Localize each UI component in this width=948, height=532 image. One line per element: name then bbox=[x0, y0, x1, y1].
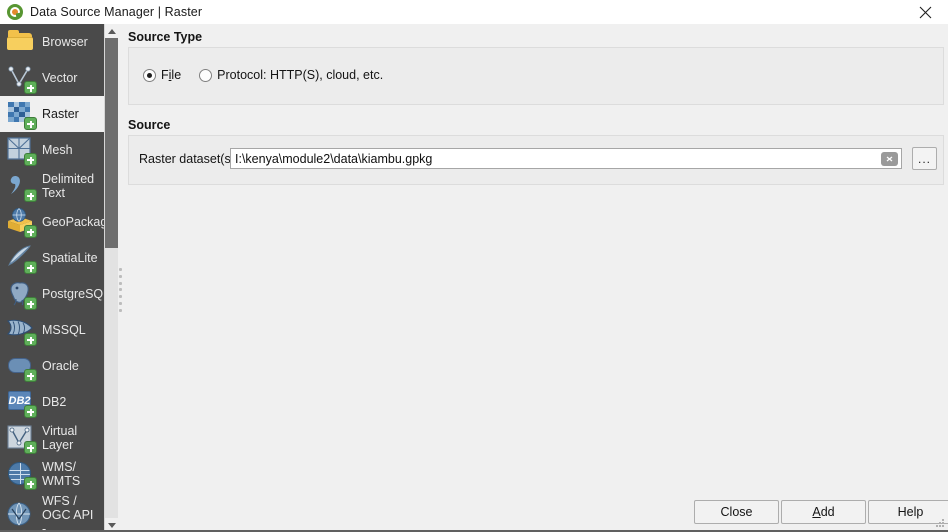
sidebar-item-wfs-ogc-api[interactable]: WFS / OGC API - bbox=[0, 492, 104, 532]
sidebar-item-label: GeoPackage bbox=[42, 215, 104, 229]
radio-protocol[interactable] bbox=[199, 68, 213, 82]
radio-file-label: File bbox=[161, 68, 182, 82]
splitter-grip-icon bbox=[119, 268, 123, 312]
close-button[interactable]: Close bbox=[694, 500, 779, 524]
geopackage-icon bbox=[6, 207, 37, 238]
close-icon[interactable] bbox=[902, 0, 948, 24]
sidebar-item-label: Mesh bbox=[42, 143, 73, 157]
sidebar-item-label: Vector bbox=[42, 71, 78, 85]
sidebar-item-label: MSSQL bbox=[42, 323, 86, 337]
db2-icon: DB2 bbox=[6, 387, 37, 418]
sidebar-item-geopackage[interactable]: GeoPackage bbox=[0, 204, 104, 240]
sidebar-item-spatialite[interactable]: SpatiaLite bbox=[0, 240, 104, 276]
sidebar-item-label: DB2 bbox=[42, 395, 67, 409]
mssql-icon bbox=[6, 315, 37, 346]
sidebar-item-mesh[interactable]: Mesh bbox=[0, 132, 104, 168]
delimited-text-icon bbox=[6, 171, 37, 202]
sidebar-item-raster[interactable]: Raster bbox=[0, 96, 104, 132]
source-type-group: Source Type File Protocol: HTTP(S), clou… bbox=[128, 30, 944, 105]
raster-dataset-field[interactable] bbox=[230, 148, 902, 169]
sidebar-item-label: Raster bbox=[42, 107, 79, 121]
source-type-radio-group[interactable]: File Protocol: HTTP(S), cloud, etc. bbox=[143, 68, 401, 82]
sidebar-item-postgresql[interactable]: PostgreSQL bbox=[0, 276, 104, 312]
resize-grip-icon[interactable] bbox=[934, 517, 946, 529]
radio-file[interactable] bbox=[143, 68, 156, 82]
raster-dataset-label: Raster dataset(s) bbox=[139, 152, 235, 166]
raster-source-panel: Source Type File Protocol: HTTP(S), clou… bbox=[124, 24, 948, 530]
source-type-sidebar[interactable]: Browser Vector Raster Mesh Delimited Tex… bbox=[0, 24, 104, 532]
wfs-ogc-api-icon bbox=[6, 500, 36, 530]
sidebar-item-wms-wmts[interactable]: WMS/ WMTS bbox=[0, 456, 104, 492]
source-type-group-label: Source Type bbox=[128, 30, 203, 44]
scrollbar-thumb[interactable] bbox=[105, 38, 118, 248]
sidebar-item-label: Virtual Layer bbox=[42, 424, 78, 452]
radio-protocol-label: Protocol: HTTP(S), cloud, etc. bbox=[217, 68, 384, 82]
sidebar-item-label: Delimited Text bbox=[42, 172, 95, 200]
sidebar-item-label: PostgreSQL bbox=[42, 287, 104, 301]
raster-dataset-input[interactable] bbox=[231, 149, 881, 168]
window-title: Data Source Manager | Raster bbox=[30, 5, 203, 19]
spatialite-icon bbox=[6, 243, 37, 274]
virtual-layer-icon bbox=[6, 423, 37, 454]
postgresql-icon bbox=[6, 279, 37, 310]
browse-ellipsis-icon[interactable]: ... bbox=[912, 147, 937, 170]
raster-layer-icon bbox=[6, 99, 37, 130]
oracle-icon bbox=[6, 351, 37, 382]
source-group-label: Source bbox=[128, 118, 171, 132]
sidebar-item-db2[interactable]: DB2 DB2 bbox=[0, 384, 104, 420]
sidebar-item-label: SpatiaLite bbox=[42, 251, 98, 265]
scroll-down-arrow-icon[interactable] bbox=[105, 518, 118, 530]
dialog-button-bar: Close Add Help bbox=[124, 492, 948, 530]
clear-text-icon[interactable] bbox=[881, 151, 898, 166]
sidebar-item-delimited-text[interactable]: Delimited Text bbox=[0, 168, 104, 204]
scroll-up-arrow-icon[interactable] bbox=[105, 24, 118, 38]
source-group: Source Raster dataset(s) ... bbox=[128, 118, 944, 185]
mesh-layer-icon bbox=[6, 135, 37, 166]
sidebar-item-oracle[interactable]: Oracle bbox=[0, 348, 104, 384]
folder-icon bbox=[6, 27, 36, 57]
qgis-logo-icon bbox=[7, 4, 23, 20]
add-button[interactable]: Add bbox=[781, 500, 866, 524]
sidebar-item-label: WFS / OGC API - bbox=[42, 494, 94, 532]
sidebar-item-browser[interactable]: Browser bbox=[0, 24, 104, 60]
titlebar: Data Source Manager | Raster bbox=[0, 0, 948, 24]
wms-wmts-icon bbox=[6, 459, 37, 490]
scrollbar-track[interactable] bbox=[105, 248, 118, 518]
sidebar-item-label: Oracle bbox=[42, 359, 79, 373]
sidebar-item-label: WMS/ WMTS bbox=[42, 460, 81, 488]
sidebar-item-virtual-layer[interactable]: Virtual Layer bbox=[0, 420, 104, 456]
vector-layer-icon bbox=[6, 63, 37, 94]
data-source-manager-dialog: Data Source Manager | Raster Browser Vec… bbox=[0, 0, 948, 532]
sidebar-item-mssql[interactable]: MSSQL bbox=[0, 312, 104, 348]
sidebar-item-vector[interactable]: Vector bbox=[0, 60, 104, 96]
sidebar-scrollbar[interactable] bbox=[104, 24, 118, 530]
sidebar-item-label: Browser bbox=[42, 35, 88, 49]
